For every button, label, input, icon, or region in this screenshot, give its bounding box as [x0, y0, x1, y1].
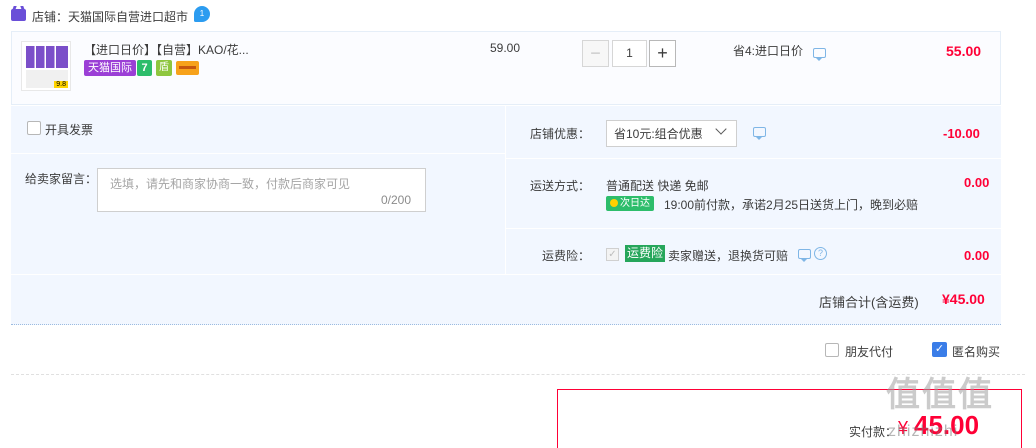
- bolt-icon: [610, 199, 618, 207]
- watermark: 值值值: [886, 376, 994, 414]
- quantity-decrease-button[interactable]: −: [582, 40, 609, 67]
- credit-card-icon: [176, 61, 199, 75]
- wangwang-icon[interactable]: 1: [194, 6, 210, 22]
- help-icon[interactable]: ?: [814, 247, 827, 260]
- seven-day-return-icon: 7: [137, 60, 152, 76]
- shop-total-amount: ¥45.00: [942, 291, 985, 307]
- chat-icon[interactable]: [798, 249, 811, 262]
- quantity-increase-button[interactable]: +: [649, 40, 676, 67]
- invoice-checkbox[interactable]: [27, 121, 41, 135]
- product-image-tag: 9.8: [54, 81, 68, 88]
- divider: [11, 374, 1025, 375]
- discount-label: 店铺优惠：: [530, 127, 591, 141]
- shipping-label: 运送方式：: [530, 179, 591, 193]
- insurance-label: 运费险：: [542, 249, 591, 263]
- quantity-input[interactable]: 1: [612, 40, 647, 67]
- item-promotion: 省4:进口日价: [733, 44, 804, 58]
- discount-amount: -10.00: [943, 126, 980, 141]
- insurance-desc: 卖家赠送，退换货可赔: [668, 249, 789, 263]
- unit-price: 59.00: [490, 41, 521, 55]
- next-day-badge: 次日达: [606, 196, 654, 211]
- shipping-method: 普通配送 快递 免邮: [606, 179, 709, 193]
- chat-icon[interactable]: [813, 48, 826, 61]
- friend-pay-checkbox[interactable]: [825, 343, 839, 357]
- chat-icon[interactable]: [753, 127, 766, 140]
- insurance-checkbox: ✓: [606, 248, 619, 261]
- shipping-amount: 0.00: [964, 175, 990, 190]
- divider: [506, 158, 1001, 159]
- divider: [11, 153, 505, 154]
- tmall-intl-badge: 天猫国际: [84, 60, 136, 76]
- discount-selected-value: 省10元:组合优惠: [614, 127, 703, 141]
- delivery-promise: 19:00前付款，承诺2月25日送货上门，晚到必赔: [664, 198, 919, 212]
- friend-pay-label[interactable]: 朋友代付: [845, 343, 893, 360]
- anonymous-checkbox[interactable]: ✓: [932, 342, 947, 357]
- authentic-guarantee-icon: 盾: [156, 60, 172, 76]
- shop-name[interactable]: 店铺：天猫国际自营进口超市: [32, 8, 188, 25]
- insurance-amount: 0.00: [964, 248, 990, 263]
- divider: [506, 228, 1001, 229]
- shop-icon: [11, 9, 26, 21]
- message-label: 给卖家留言：: [25, 172, 98, 186]
- invoice-label[interactable]: 开具发票: [45, 121, 93, 138]
- anonymous-label[interactable]: 匿名购买: [952, 343, 1000, 360]
- product-thumbnail[interactable]: 9.8: [21, 41, 71, 91]
- seller-message-placeholder: 选填，请先和商家协商一致，付款后商家可见: [110, 177, 351, 191]
- product-image-bottles: [26, 46, 68, 68]
- message-char-count: 0/200: [381, 193, 412, 207]
- insurance-badge: 运费险: [625, 245, 666, 262]
- item-subtotal: 55.00: [946, 43, 982, 59]
- shop-total-label: 店铺合计(含运费): [819, 295, 919, 310]
- item-title[interactable]: 【进口日价】【自营】KAO/花...: [84, 41, 249, 58]
- next-day-label: 次日达: [620, 198, 650, 209]
- watermark-url: zhizhizhi: [888, 423, 959, 440]
